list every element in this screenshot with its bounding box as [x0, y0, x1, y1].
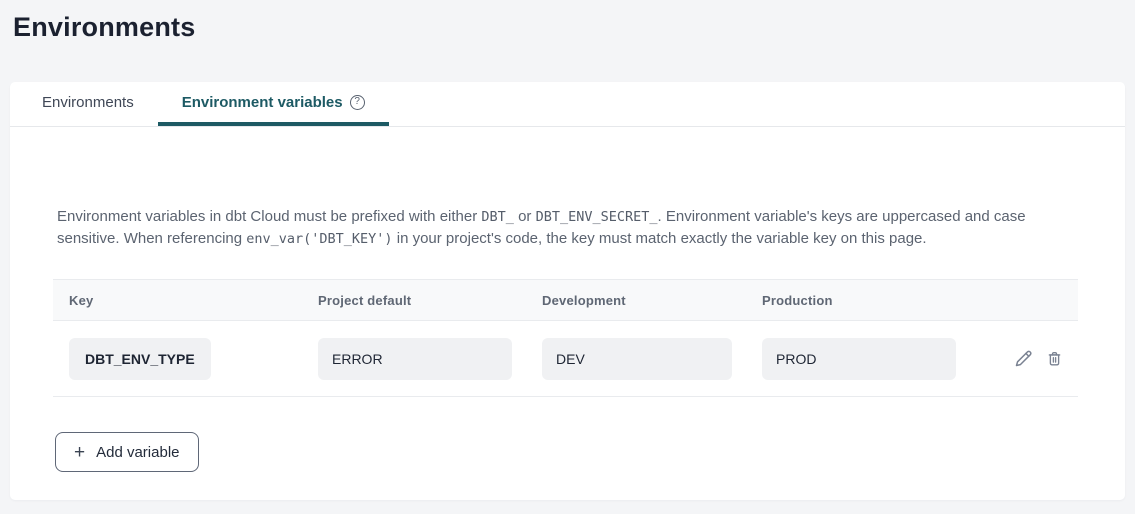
add-variable-button[interactable]: + Add variable [55, 432, 199, 472]
environments-page: Environments Environments Environment va… [0, 0, 1135, 500]
description-text: Environment variables in dbt Cloud must … [57, 206, 1079, 250]
tab-environment-variables[interactable]: Environment variables ? [158, 82, 389, 126]
add-variable-label: Add variable [96, 444, 179, 461]
description-code-env-var: env_var('DBT_KEY') [246, 231, 392, 247]
tab-content: Environment variables in dbt Cloud must … [10, 127, 1125, 498]
column-header-key: Key [53, 293, 302, 308]
plus-icon: + [74, 443, 85, 462]
table-header-row: Key Project default Development Producti… [53, 279, 1078, 321]
tab-environments-label: Environments [42, 94, 134, 111]
cell-project-default: ERROR [302, 338, 526, 380]
description-part: in your project's code, the key must mat… [393, 230, 927, 247]
description-code-secret-prefix: DBT_ENV_SECRET_ [536, 209, 658, 225]
tabbar: Environments Environment variables ? [10, 82, 1125, 127]
edit-variable-button[interactable] [1013, 348, 1034, 369]
column-header-project-default: Project default [302, 293, 526, 308]
tab-environments[interactable]: Environments [18, 82, 158, 126]
environment-variables-table: Key Project default Development Producti… [53, 279, 1078, 397]
cell-key: DBT_ENV_TYPE [53, 338, 302, 380]
cell-development: DEV [526, 338, 746, 380]
page-title: Environments [13, 12, 1125, 43]
development-value: DEV [542, 338, 732, 380]
description-code-dbt-prefix: DBT_ [481, 209, 514, 225]
environment-variables-card: Environments Environment variables ? Env… [10, 82, 1125, 500]
project-default-value: ERROR [318, 338, 512, 380]
trash-icon [1045, 349, 1064, 368]
help-circle-icon[interactable]: ? [350, 95, 365, 110]
column-header-development: Development [526, 293, 746, 308]
tab-environment-variables-label: Environment variables [182, 94, 343, 111]
cell-production: PROD [746, 338, 970, 380]
production-value: PROD [762, 338, 956, 380]
description-part: Environment variables in dbt Cloud must … [57, 208, 481, 225]
table-row: DBT_ENV_TYPE ERROR DEV PROD [53, 321, 1078, 397]
pencil-icon [1013, 348, 1034, 369]
description-part: or [514, 208, 536, 225]
variable-key-value: DBT_ENV_TYPE [69, 338, 211, 380]
delete-variable-button[interactable] [1045, 349, 1064, 368]
column-header-production: Production [746, 293, 970, 308]
row-actions [970, 348, 1078, 369]
